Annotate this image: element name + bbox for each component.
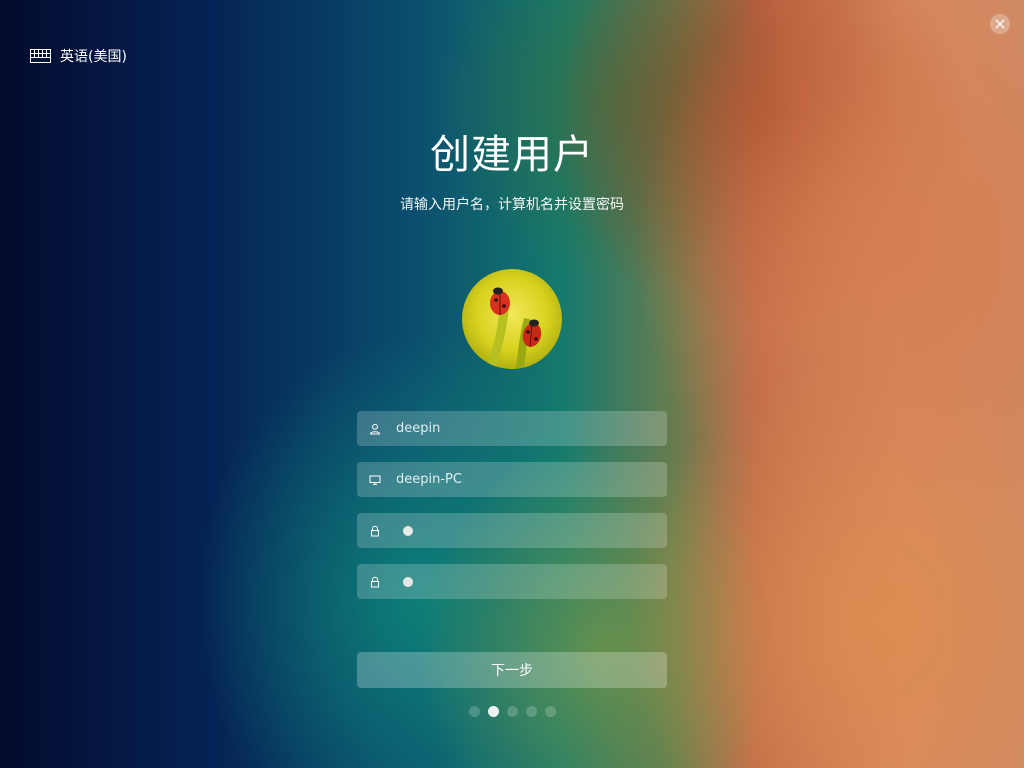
ladybug-avatar-image — [462, 269, 562, 369]
hostname-field[interactable] — [357, 462, 667, 497]
username-field[interactable] — [357, 411, 667, 446]
user-icon — [369, 423, 381, 434]
step-dot-1 — [468, 706, 480, 717]
language-label: 英语(美国) — [60, 49, 127, 65]
confirm-password-field[interactable] — [357, 564, 667, 599]
step-dot-4 — [525, 706, 537, 717]
next-button-label: 下一步 — [491, 663, 533, 679]
password-field[interactable] — [357, 513, 667, 548]
step-indicator — [0, 706, 1024, 717]
step-dot-2 — [487, 706, 499, 717]
step-dot-3 — [506, 706, 518, 717]
close-button[interactable] — [990, 14, 1010, 34]
step-dot-5 — [544, 706, 556, 717]
username-input[interactable] — [396, 421, 656, 436]
confirm-password-mask-dot — [403, 576, 413, 587]
language-selector[interactable]: 英语(美国) — [30, 46, 127, 66]
page-title: 创建用户 — [430, 132, 594, 178]
password-mask-dot — [403, 525, 413, 536]
keyboard-icon — [30, 49, 51, 63]
hostname-input[interactable] — [396, 472, 656, 487]
user-avatar[interactable] — [462, 269, 562, 369]
close-icon — [995, 19, 1005, 29]
page-subtitle: 请输入用户名，计算机名并设置密码 — [400, 197, 624, 213]
lock-icon — [371, 576, 379, 587]
next-button[interactable]: 下一步 — [357, 652, 667, 688]
lock-icon — [371, 525, 379, 536]
computer-icon — [369, 475, 381, 485]
